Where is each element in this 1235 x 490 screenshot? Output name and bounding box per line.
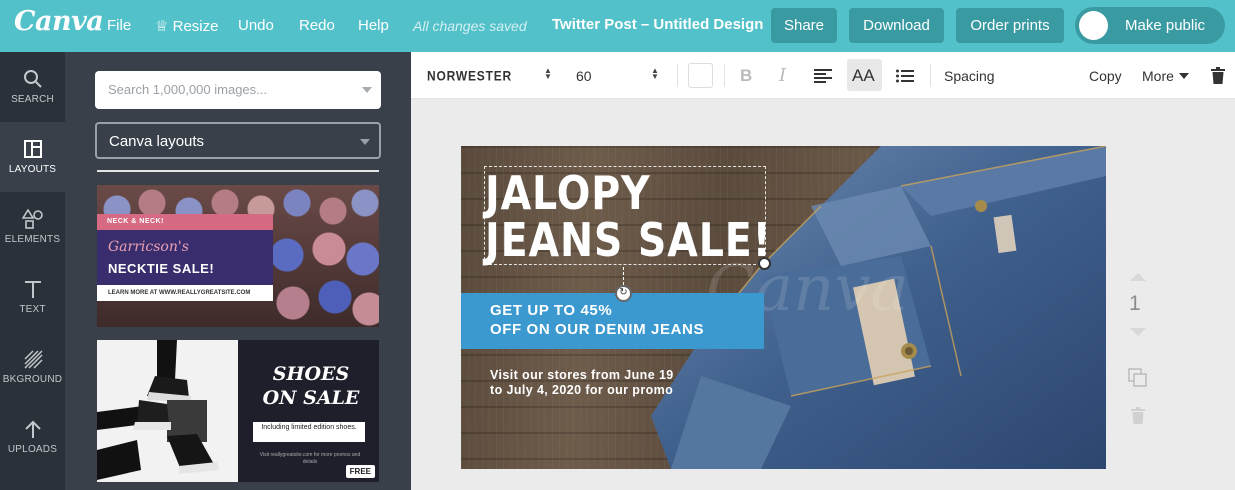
sneakers-image: [97, 340, 238, 482]
menu-undo[interactable]: Undo: [238, 17, 274, 34]
menu-help[interactable]: Help: [358, 17, 389, 34]
divider: [677, 64, 678, 87]
document-title[interactable]: Twitter Post – Untitled Design: [552, 16, 763, 33]
chevron-down-icon: [1178, 72, 1189, 79]
download-button[interactable]: Download: [849, 8, 944, 43]
page-number: 1: [1129, 292, 1141, 315]
rail-elements[interactable]: ELEMENTS: [0, 192, 65, 262]
page-down-icon[interactable]: [1130, 328, 1146, 336]
bold-button[interactable]: B: [740, 52, 752, 99]
rail-text[interactable]: TEXT: [0, 262, 65, 332]
delete-button[interactable]: [1211, 52, 1225, 99]
align-left-button[interactable]: [814, 52, 832, 99]
divider: [97, 170, 379, 172]
make-public-label: Make public: [1125, 17, 1206, 34]
copy-button[interactable]: Copy: [1089, 52, 1122, 99]
image-search-input[interactable]: [108, 82, 348, 97]
rail-search[interactable]: SEARCH: [0, 52, 65, 122]
menu-resize[interactable]: ♕ Resize: [155, 17, 218, 35]
rail-uploads-label: UPLOADS: [7, 444, 58, 455]
rail-layouts-label: LAYOUTS: [8, 164, 57, 175]
uploads-icon: [24, 420, 41, 438]
template-url: LEARN MORE AT WWW.REALLYGREATSITE.COM: [97, 285, 273, 301]
top-bar: Canva File ♕ Resize Undo Redo Help All c…: [0, 0, 1235, 52]
delete-page-icon[interactable]: [1131, 407, 1145, 424]
italic-button[interactable]: I: [779, 52, 786, 99]
divider: [724, 64, 725, 87]
left-rail: SEARCH LAYOUTS ELEMENTS TEXT BKGROUND UP…: [0, 52, 65, 490]
toggle-knob: [1079, 11, 1108, 40]
template-badge: Including limited edition shoes.: [253, 422, 365, 442]
trash-icon: [1211, 67, 1225, 84]
offer-line-2: OFF ON OUR DENIM JEANS: [490, 321, 705, 338]
text-icon: [24, 281, 41, 298]
order-prints-button[interactable]: Order prints: [956, 8, 1064, 43]
chevron-down-icon: [360, 139, 370, 145]
align-left-icon: [814, 68, 832, 83]
text-toolbar: NORWESTER ▲ ▼ 60 ▲ ▼ B I AA Spacing Copy M…: [411, 52, 1235, 99]
template-tag: NECK & NECK!: [97, 214, 273, 230]
menu-file[interactable]: File: [107, 17, 131, 34]
list-icon: [896, 69, 914, 82]
save-status: All changes saved: [413, 18, 527, 34]
background-icon: [23, 350, 43, 369]
elements-icon: [21, 209, 43, 229]
size-stepper-icon[interactable]: ▲ ▼: [651, 67, 659, 81]
more-label: More: [1142, 67, 1174, 84]
layouts-icon: [23, 140, 42, 158]
visit-line-1[interactable]: Visit our stores from June 19: [490, 368, 674, 382]
rail-layouts[interactable]: LAYOUTS: [0, 122, 65, 192]
font-family-select[interactable]: NORWESTER: [427, 48, 512, 102]
resize-handle[interactable]: [758, 257, 771, 270]
rail-search-label: SEARCH: [11, 94, 54, 105]
layout-source-dropdown[interactable]: Canva layouts: [95, 122, 381, 159]
rail-background[interactable]: BKGROUND: [0, 332, 65, 402]
layouts-panel: Canva layouts NECK & NECK! Garricson's N…: [65, 52, 411, 490]
list-button[interactable]: [896, 52, 914, 99]
rail-uploads[interactable]: UPLOADS: [0, 402, 65, 472]
crown-icon: ♕: [155, 18, 169, 35]
dropdown-value: Canva layouts: [109, 133, 205, 150]
rail-text-label: TEXT: [19, 304, 46, 315]
template-small-text: Visit reallygreatsite.com for more promo…: [259, 452, 361, 465]
selection-box: [484, 166, 766, 265]
layout-template-shoes[interactable]: SHOES ON SALE Including limited edition …: [97, 340, 379, 482]
duplicate-page-icon[interactable]: [1128, 368, 1148, 388]
template-photo: [97, 340, 238, 482]
rotate-handle-icon[interactable]: ↻: [615, 285, 632, 302]
visit-line-2[interactable]: to July 4, 2020 for our promo: [490, 383, 673, 397]
chevron-down-icon[interactable]: [362, 87, 372, 93]
template-headline: SHOES ON SALE: [262, 363, 360, 409]
uppercase-button[interactable]: AA: [852, 52, 875, 99]
template-headline: NECKTIE SALE!: [108, 261, 215, 276]
page-up-icon[interactable]: [1130, 273, 1146, 281]
share-button[interactable]: Share: [771, 8, 837, 43]
font-size-input[interactable]: 60: [576, 52, 592, 99]
font-stepper-icon[interactable]: ▲ ▼: [544, 67, 552, 81]
free-badge: FREE: [345, 465, 375, 478]
template-script: Garricson's: [108, 239, 189, 255]
canva-logo[interactable]: Canva: [14, 6, 104, 37]
rotate-guide: [623, 267, 624, 285]
spacing-button[interactable]: Spacing: [944, 52, 995, 99]
layout-template-necktie[interactable]: NECK & NECK! Garricson's NECKTIE SALE! L…: [97, 185, 379, 327]
make-public-toggle[interactable]: Make public: [1075, 7, 1225, 44]
offer-line-1: GET UP TO 45%: [490, 302, 613, 319]
image-search[interactable]: [95, 71, 381, 109]
more-button[interactable]: More: [1142, 52, 1189, 99]
rail-background-label: BKGROUND: [2, 374, 63, 385]
search-icon: [23, 70, 42, 88]
divider: [930, 64, 931, 87]
menu-resize-label: Resize: [172, 18, 219, 35]
rail-elements-label: ELEMENTS: [4, 234, 61, 245]
menu-redo[interactable]: Redo: [299, 17, 335, 34]
text-color-swatch[interactable]: [688, 63, 713, 88]
offer-box[interactable]: GET UP TO 45% OFF ON OUR DENIM JEANS: [461, 293, 764, 349]
